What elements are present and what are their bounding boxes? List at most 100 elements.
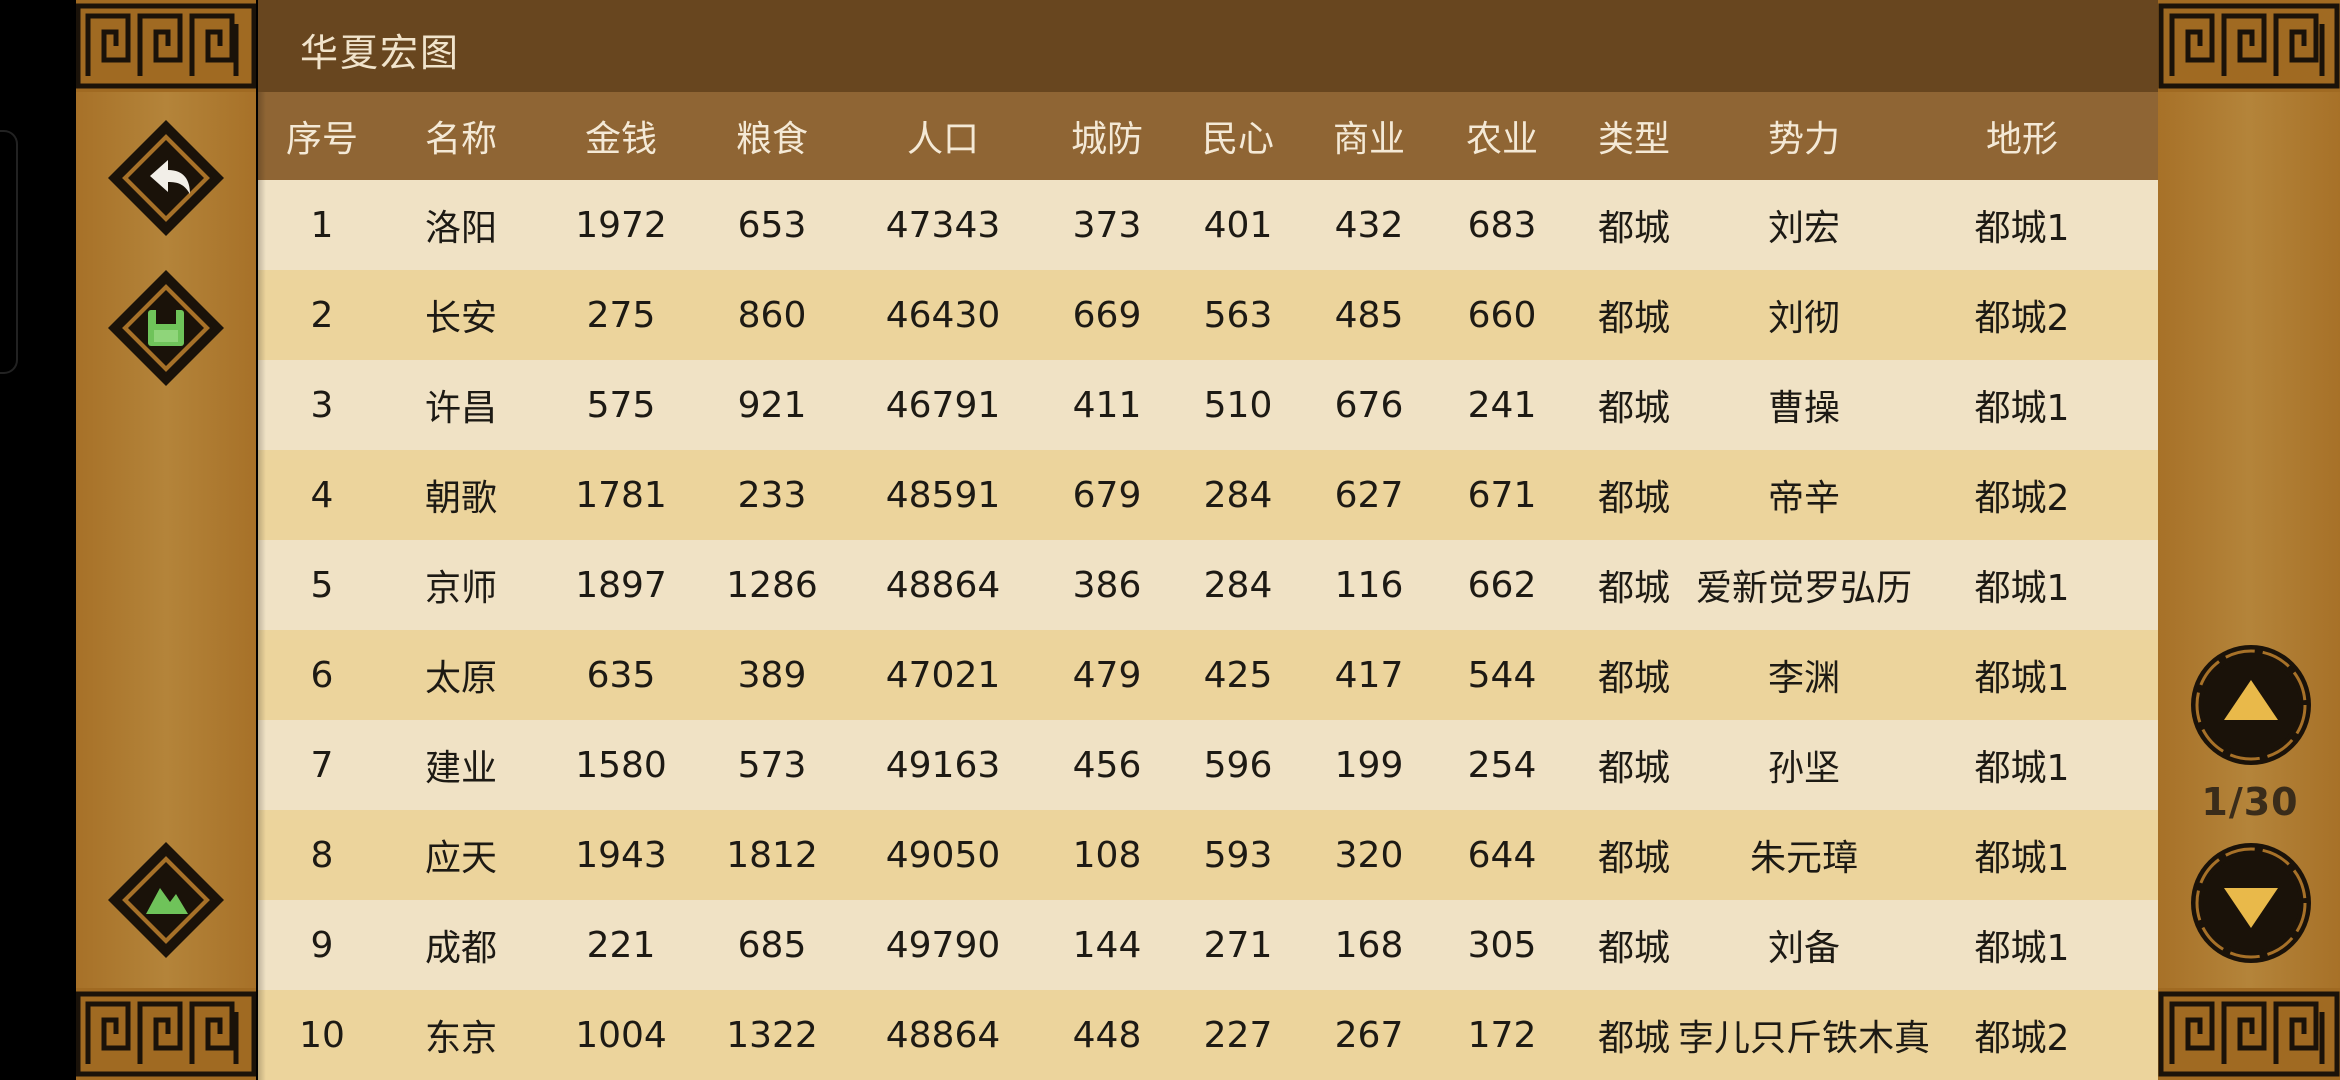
save-button[interactable] <box>106 268 226 388</box>
cell-commerce: 168 <box>1334 924 1404 966</box>
cell-commerce: 676 <box>1334 384 1404 426</box>
column-header-name: 名称 <box>424 119 497 160</box>
cell-money: 1781 <box>575 474 667 516</box>
table-row[interactable]: 10 东京 1004 1322 48864 448 227 267 172 都城… <box>258 990 2158 1080</box>
cell-faction: 朱元璋 <box>1749 838 1858 879</box>
cell-morale: 563 <box>1203 294 1273 336</box>
table-row[interactable]: 2 长安 275 860 46430 669 563 485 660 都城 刘彻… <box>258 270 2158 360</box>
column-header-morale: 民心 <box>1201 119 1274 160</box>
cell-agriculture: 544 <box>1467 654 1537 696</box>
table-row[interactable]: 6 太原 635 389 47021 479 425 417 544 都城 李渊… <box>258 630 2158 720</box>
cell-faction: 孙坚 <box>1767 748 1840 789</box>
cell-terrain: 都城1 <box>1974 208 2070 249</box>
cell-index: 4 <box>310 474 334 516</box>
map-button[interactable] <box>106 840 226 960</box>
cell-food: 860 <box>737 294 807 336</box>
cell-defense: 679 <box>1072 474 1142 516</box>
column-header-money: 金钱 <box>584 119 657 160</box>
back-button[interactable] <box>106 118 226 238</box>
cell-food: 573 <box>737 744 807 786</box>
cell-type: 都城 <box>1597 1018 1670 1059</box>
cell-morale: 271 <box>1203 924 1273 966</box>
cell-name: 许昌 <box>424 388 497 429</box>
column-header-population: 人口 <box>906 119 979 160</box>
cell-agriculture: 172 <box>1467 1014 1537 1056</box>
column-header-type: 类型 <box>1597 119 1670 160</box>
cell-type: 都城 <box>1597 748 1670 789</box>
cell-index: 7 <box>310 744 334 786</box>
column-header-commerce: 商业 <box>1332 119 1405 160</box>
cell-morale: 401 <box>1203 204 1273 246</box>
cell-defense: 108 <box>1072 834 1142 876</box>
cell-name: 成都 <box>424 928 497 969</box>
cell-agriculture: 241 <box>1467 384 1537 426</box>
cell-population: 49050 <box>885 834 1001 876</box>
cell-name: 长安 <box>424 298 497 339</box>
table-row[interactable]: 9 成都 221 685 49790 144 271 168 305 都城 刘备… <box>258 900 2158 990</box>
cell-morale: 227 <box>1203 1014 1273 1056</box>
meander-border-bottom-right <box>2158 988 2340 1080</box>
cell-faction: 孛儿只斤铁木真 <box>1678 1018 1931 1059</box>
cell-population: 47021 <box>885 654 1001 696</box>
page-title: 华夏宏图 <box>300 31 461 75</box>
cell-faction: 李渊 <box>1767 658 1840 699</box>
cell-type: 都城 <box>1597 838 1670 879</box>
cell-index: 6 <box>310 654 334 696</box>
table-row[interactable]: 1 洛阳 1972 653 47343 373 401 432 683 都城 刘… <box>258 180 2158 270</box>
meander-border-top-right <box>2158 0 2340 92</box>
meander-border-top-left <box>76 0 256 92</box>
cell-terrain: 都城1 <box>1974 568 2070 609</box>
cell-agriculture: 662 <box>1467 564 1537 606</box>
cell-morale: 284 <box>1203 564 1273 606</box>
page-up-button[interactable] <box>2186 640 2316 770</box>
column-header-defense: 城防 <box>1070 119 1143 160</box>
cell-commerce: 485 <box>1334 294 1404 336</box>
cell-food: 653 <box>737 204 807 246</box>
cell-defense: 456 <box>1072 744 1142 786</box>
page-down-button[interactable] <box>2186 838 2316 968</box>
table-row[interactable]: 8 应天 1943 1812 49050 108 593 320 644 都城 … <box>258 810 2158 900</box>
cell-terrain: 都城1 <box>1974 388 2070 429</box>
cell-terrain: 都城1 <box>1974 838 2070 879</box>
cell-index: 3 <box>310 384 334 426</box>
cell-population: 46791 <box>885 384 1001 426</box>
cell-morale: 596 <box>1203 744 1273 786</box>
cell-name: 应天 <box>424 838 497 879</box>
cell-index: 9 <box>310 924 334 966</box>
meander-border-bottom-left <box>76 988 256 1080</box>
cell-morale: 510 <box>1203 384 1273 426</box>
column-header-agriculture: 农业 <box>1465 119 1538 160</box>
cell-food: 921 <box>737 384 807 426</box>
cell-population: 48864 <box>885 564 1001 606</box>
cell-population: 48591 <box>885 474 1001 516</box>
cell-commerce: 417 <box>1334 654 1404 696</box>
cell-money: 1897 <box>575 564 667 606</box>
table-row[interactable]: 3 许昌 575 921 46791 411 510 676 241 都城 曹操… <box>258 360 2158 450</box>
table-row[interactable]: 7 建业 1580 573 49163 456 596 199 254 都城 孙… <box>258 720 2158 810</box>
cell-food: 1322 <box>726 1014 818 1056</box>
cell-name: 东京 <box>424 1018 497 1059</box>
cell-terrain: 都城2 <box>1974 1018 2070 1059</box>
cell-faction: 刘备 <box>1767 928 1840 969</box>
table-row[interactable]: 4 朝歌 1781 233 48591 679 284 627 671 都城 帝… <box>258 450 2158 540</box>
cell-index: 1 <box>310 204 334 246</box>
cell-agriculture: 254 <box>1467 744 1537 786</box>
cell-money: 1580 <box>575 744 667 786</box>
cell-defense: 144 <box>1072 924 1142 966</box>
cell-agriculture: 644 <box>1467 834 1537 876</box>
cell-type: 都城 <box>1597 478 1670 519</box>
cell-food: 233 <box>737 474 807 516</box>
table-row[interactable]: 5 京师 1897 1286 48864 386 284 116 662 都城 … <box>258 540 2158 630</box>
table-header: 序号 名称 金钱 粮食 人口 城防 民心 商业 农业 类型 势力 地形 <box>258 92 2158 180</box>
cell-type: 都城 <box>1597 208 1670 249</box>
column-header-food: 粮食 <box>735 119 808 160</box>
cell-agriculture: 671 <box>1467 474 1537 516</box>
cell-terrain: 都城1 <box>1974 658 2070 699</box>
cell-commerce: 432 <box>1334 204 1404 246</box>
back-arrow-icon <box>108 120 224 236</box>
cell-commerce: 199 <box>1334 744 1404 786</box>
cell-faction: 爱新觉罗弘历 <box>1695 568 1912 609</box>
cell-faction: 曹操 <box>1767 388 1840 429</box>
triangle-up-icon <box>2191 645 2311 765</box>
column-header-faction: 势力 <box>1767 119 1840 160</box>
